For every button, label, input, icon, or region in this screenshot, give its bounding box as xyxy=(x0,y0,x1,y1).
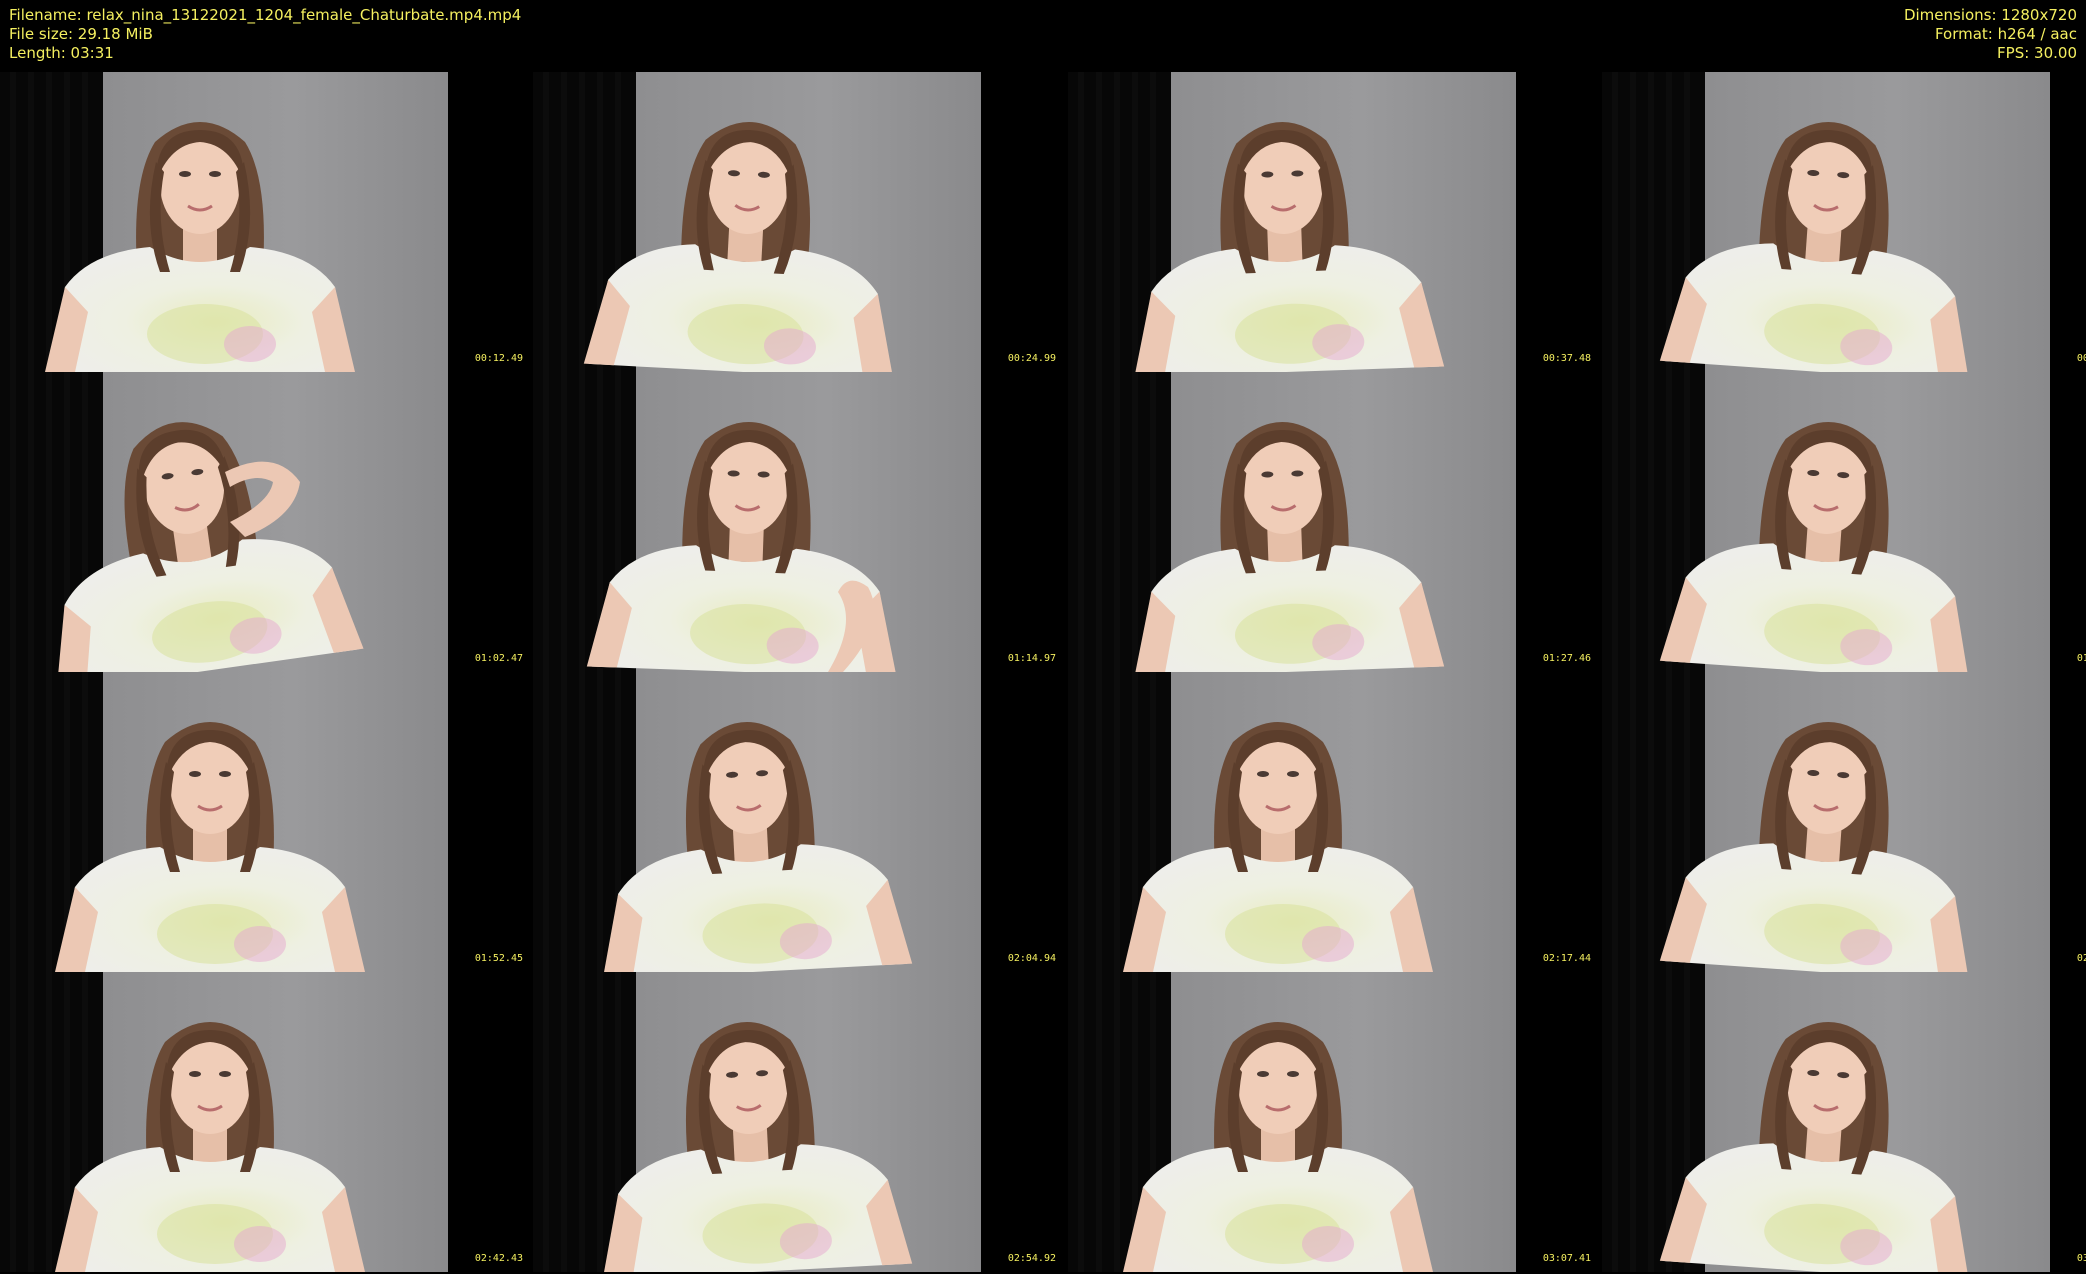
frame-timestamp: 00:24.99 xyxy=(1007,353,1056,364)
thumbnail-tile: 02:42.43 xyxy=(0,972,533,1272)
thumbnail-tile: 02:54.92 xyxy=(533,972,1066,1272)
video-frame xyxy=(1602,672,2086,972)
thumbnail-tile: 00:12.49 xyxy=(0,72,533,372)
video-frame xyxy=(0,972,533,1272)
frame-timestamp: 01:02.47 xyxy=(474,653,523,664)
video-frame xyxy=(0,672,533,972)
thumbnail-tile: 02:17.44 xyxy=(1068,672,1601,972)
frame-timestamp: 03:19.91 xyxy=(2076,1253,2086,1264)
frame-timestamp: 02:54.92 xyxy=(1007,1253,1056,1264)
metadata-header: Filename: relax_nina_13122021_1204_femal… xyxy=(0,0,2086,72)
video-frame xyxy=(1602,972,2086,1272)
fps-label: FPS: 30.00 xyxy=(1997,44,2077,62)
thumbnail-tile: 03:19.91 xyxy=(1602,972,2086,1272)
frame-timestamp: 02:04.94 xyxy=(1007,953,1056,964)
filename-label: Filename: relax_nina_13122021_1204_femal… xyxy=(9,6,522,24)
thumbnail-tile: 01:14.97 xyxy=(533,372,1066,672)
video-frame xyxy=(533,972,1066,1272)
frame-timestamp: 02:42.43 xyxy=(474,1253,523,1264)
frame-timestamp: 01:27.46 xyxy=(1542,653,1591,664)
frame-timestamp: 03:07.41 xyxy=(1542,1253,1591,1264)
frame-timestamp: 02:29.93 xyxy=(2076,953,2086,964)
file-info: Filename: relax_nina_13122021_1204_femal… xyxy=(9,6,521,63)
frame-timestamp: 00:49.98 xyxy=(2076,353,2086,364)
video-frame xyxy=(1068,72,1601,372)
thumbnail-tile: 01:39.95 xyxy=(1602,372,2086,672)
video-frame xyxy=(1068,672,1601,972)
stream-info: Dimensions: 1280x720 Format: h264 / aac FP… xyxy=(1904,6,2077,63)
video-frame xyxy=(1602,372,2086,672)
filesize-label: File size: 29.18 MiB xyxy=(9,25,153,43)
frame-timestamp: 01:52.45 xyxy=(474,953,523,964)
frame-timestamp: 01:39.95 xyxy=(2076,653,2086,664)
video-frame xyxy=(533,372,1066,672)
frame-timestamp: 02:17.44 xyxy=(1542,953,1591,964)
thumbnail-tile: 00:24.99 xyxy=(533,72,1066,372)
video-frame xyxy=(0,72,533,372)
thumbnail-tile: 01:27.46 xyxy=(1068,372,1601,672)
thumbnail-grid: 00:12.49 00:24.99 00:37.48 00:49.98 01:02.47… xyxy=(0,72,2086,1274)
thumbnail-tile: 00:37.48 xyxy=(1068,72,1601,372)
video-frame xyxy=(533,72,1066,372)
video-frame xyxy=(1068,972,1601,1272)
dimensions-label: Dimensions: 1280x720 xyxy=(1903,6,2077,24)
thumbnail-tile: 00:49.98 xyxy=(1602,72,2086,372)
frame-timestamp: 01:14.97 xyxy=(1007,653,1056,664)
thumbnail-tile: 02:04.94 xyxy=(533,672,1066,972)
frame-timestamp: 00:12.49 xyxy=(474,353,523,364)
thumbnail-tile: 03:07.41 xyxy=(1068,972,1601,1272)
thumbnail-tile: 02:29.93 xyxy=(1602,672,2086,972)
video-frame xyxy=(0,372,533,672)
thumbnail-tile: 01:02.47 xyxy=(0,372,533,672)
video-frame xyxy=(533,672,1066,972)
frame-timestamp: 00:37.48 xyxy=(1542,353,1591,364)
thumbnail-tile: 01:52.45 xyxy=(0,672,533,972)
video-frame xyxy=(1602,72,2086,372)
video-frame xyxy=(1068,372,1601,672)
format-label: Format: h264 / aac xyxy=(1934,25,2077,43)
length-label: Length: 03:31 xyxy=(9,44,114,62)
